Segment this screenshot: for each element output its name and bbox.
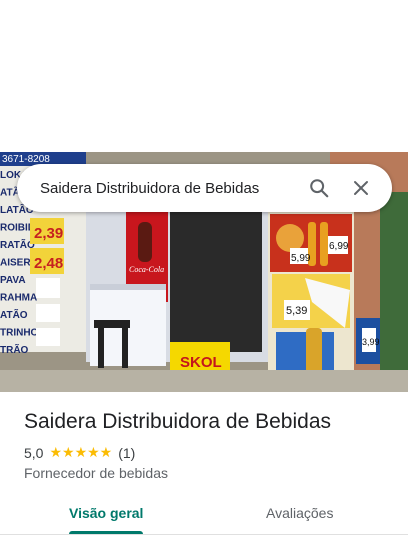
place-category[interactable]: Fornecedor de bebidas (24, 465, 168, 481)
photo-menu-item: ATÃO (0, 308, 28, 321)
photo-price-right-1: 5,99 (291, 253, 311, 264)
clear-button[interactable] (344, 171, 378, 205)
photo-menu-item: RATÃO (0, 238, 35, 251)
photo-menu-item: AISER (0, 258, 31, 269)
rating-value: 5,0 (24, 444, 44, 461)
photo-menu-item: RAHMA (0, 293, 37, 304)
photo-menu-item: TRÃO (0, 343, 29, 356)
photo-price-right-2: 6,99 (329, 241, 349, 252)
tab-reviews[interactable]: Avaliações (266, 505, 333, 521)
photo-menu-item: TRINHO (0, 328, 39, 339)
close-icon (354, 181, 368, 195)
rating-row[interactable]: 5,0 ★★★★★ (1) (24, 444, 135, 461)
photo-price-right-3: 5,39 (286, 305, 307, 317)
place-title: Saidera Distribuidora de Bebidas (24, 410, 332, 433)
rating-stars: ★★★★★ (49, 444, 113, 460)
search-button[interactable] (302, 171, 336, 205)
photo-crate-brand: SKOL (180, 354, 222, 371)
photo-fridge-brand: Coca-Cola (129, 265, 164, 274)
photo-menu-item: PAVA (0, 275, 26, 286)
tabs-divider (0, 534, 408, 535)
photo-price-right-4: 3,99 (362, 337, 380, 347)
photo-price-left-2: 2,48 (34, 255, 63, 272)
tab-overview[interactable]: Visão geral (69, 505, 143, 521)
photo-price-left-1: 2,39 (34, 225, 63, 242)
review-count[interactable]: (1) (118, 445, 135, 461)
search-input[interactable]: Saidera Distribuidora de Bebidas (40, 180, 294, 197)
search-icon (310, 179, 329, 198)
search-bar[interactable]: Saidera Distribuidora de Bebidas (17, 164, 392, 212)
